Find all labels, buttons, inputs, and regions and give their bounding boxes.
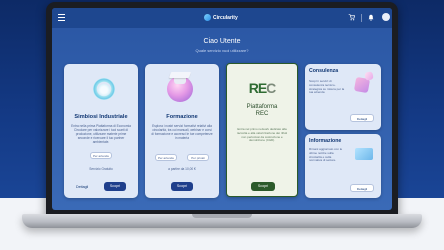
card-informazione[interactable]: Informazione Rimani aggiornato con le ul…: [305, 134, 381, 198]
tag-aziende: Per aziende: [155, 154, 177, 161]
cart-icon[interactable]: [348, 14, 356, 21]
card-text: Scopri i servizi di consulenza tecnico-s…: [309, 79, 345, 95]
page-greeting: Ciao Utente: [203, 38, 241, 45]
laptop-notch: [192, 214, 252, 218]
card-text: Entra nel primo network dedicato alla ra…: [236, 127, 288, 143]
rec-logo: REC: [248, 80, 277, 96]
avatar[interactable]: [382, 13, 390, 21]
card-text: Entra nella prima Piattaforma di Economi…: [71, 124, 131, 144]
card-text: Esplora i nostri servizi formativi relat…: [151, 124, 213, 140]
card-rec[interactable]: REC Piattaforma REC Entra nel primo netw…: [226, 63, 298, 197]
ring-core-icon: [98, 84, 110, 96]
scopri-button[interactable]: Scopri: [171, 182, 193, 191]
scopri-button[interactable]: Scopri: [104, 182, 126, 191]
card-consulenza[interactable]: Consulenza Scopri i servizi di consulenz…: [305, 64, 381, 130]
card-title: Simbiosi Industriale: [74, 114, 128, 120]
app-logo[interactable]: Circularity: [204, 14, 238, 21]
dettagli-button[interactable]: Dettagli: [350, 114, 374, 122]
card-text: Rimani aggiornato con le ultime notizie …: [309, 147, 343, 163]
hamburger-icon[interactable]: [58, 14, 65, 21]
small-cube-icon: [364, 71, 374, 81]
envelope-illustration-icon: [355, 148, 373, 160]
card-title: Consulenza: [309, 68, 339, 74]
appbar-divider: [361, 14, 362, 22]
tag-aziende: Per aziende: [90, 152, 112, 159]
card-note: Servizio Gratuito: [89, 167, 113, 171]
card-simbiosi[interactable]: Simbiosi Industriale Entra nella prima P…: [64, 64, 138, 198]
dettagli-button[interactable]: Dettagli: [350, 184, 374, 192]
card-title: Piattaforma REC: [246, 104, 278, 117]
tag-privati: Per privati: [187, 154, 209, 161]
details-link[interactable]: Dettagli: [76, 185, 88, 189]
grad-cap-base-icon: [174, 77, 186, 84]
card-formazione[interactable]: Formazione Esplora i nostri servizi form…: [145, 64, 219, 198]
grad-cap-icon: [168, 72, 192, 78]
laptop-screen: Circularity Ciao Utente Quale servizio v…: [52, 8, 392, 210]
logo-mark-icon: [204, 14, 211, 21]
card-title: Informazione: [309, 138, 342, 144]
bell-icon[interactable]: [368, 14, 374, 21]
app-bar: Circularity: [52, 8, 392, 28]
scopri-button[interactable]: Scopri: [251, 182, 275, 191]
logo-text: Circularity: [213, 14, 238, 21]
card-title: Formazione: [166, 114, 198, 120]
price-text: a partire da 10,00 €: [168, 167, 196, 171]
page-subtitle: Quale servizio vuoi utilizzare?: [195, 48, 249, 53]
